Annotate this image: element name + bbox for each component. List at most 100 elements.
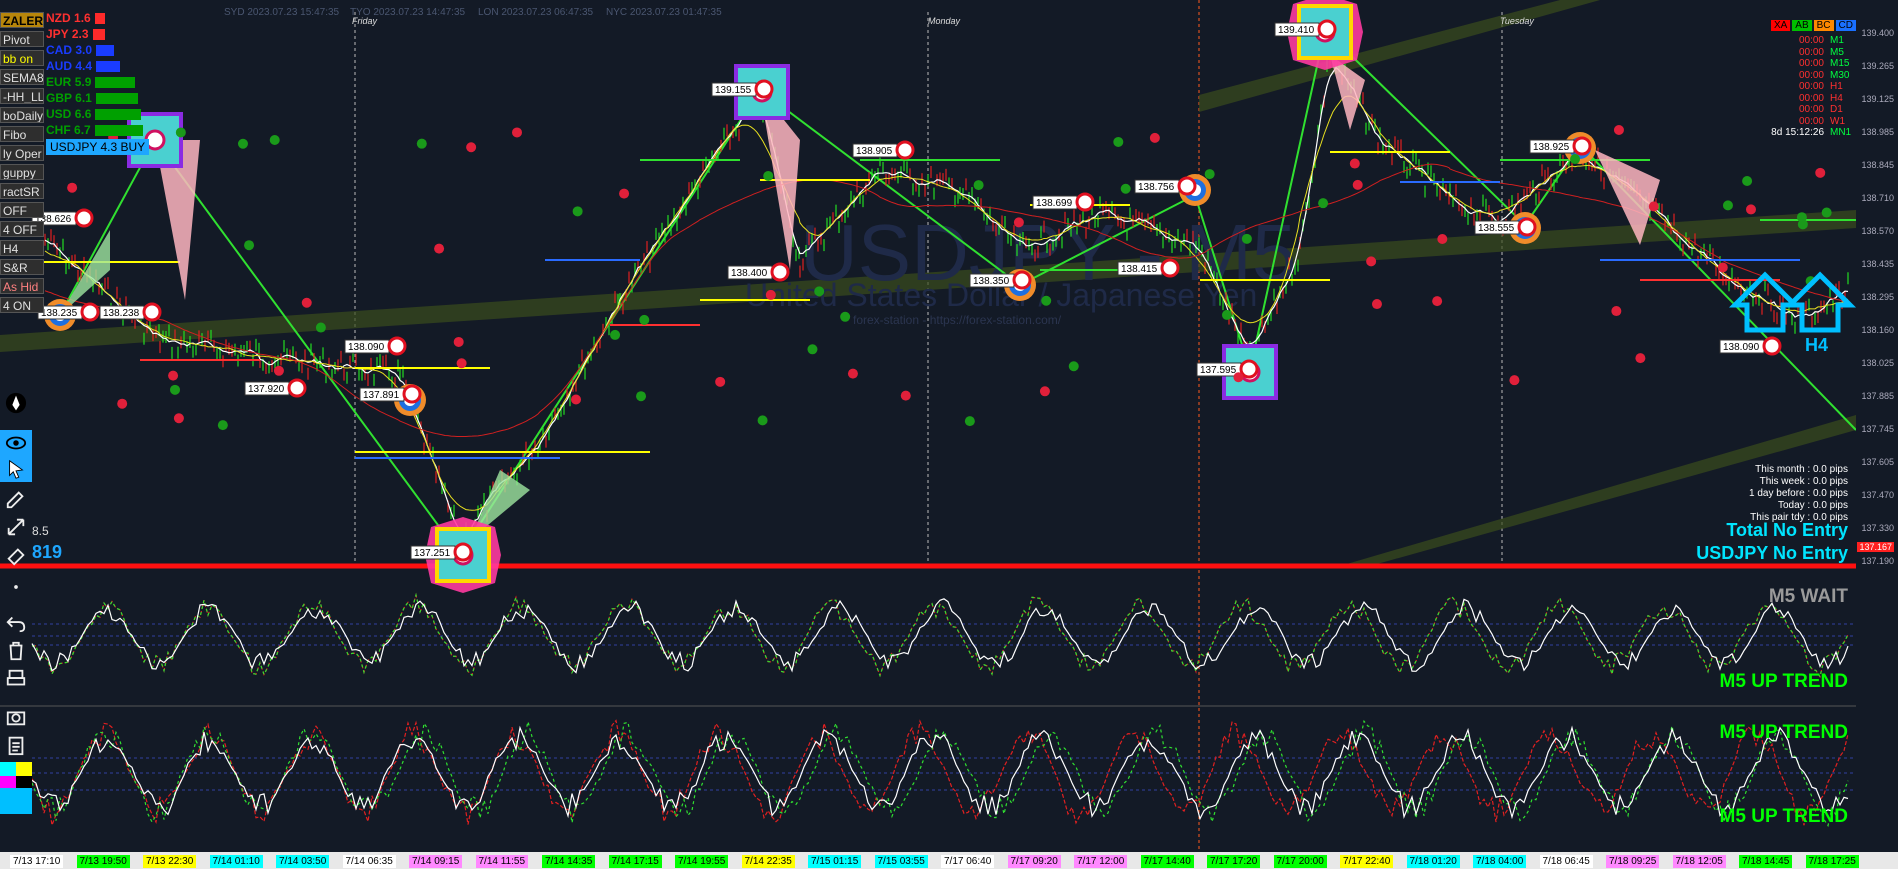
price-label: 138.699 — [1036, 198, 1073, 209]
dot-icon[interactable] — [0, 574, 32, 600]
menu-fractal-sr[interactable]: ractSR — [0, 183, 44, 199]
price-label-marker — [74, 208, 94, 228]
menu-bb[interactable]: bb on — [0, 50, 44, 66]
strength-row: CHF 6.7 — [46, 123, 143, 137]
signal-dot — [416, 138, 427, 149]
timeframe-countdown: 00:00 — [1798, 58, 1824, 69]
timeframe-row: 00:00 H4 — [1771, 93, 1856, 105]
price-axis-tick: 137.190 — [1861, 556, 1894, 566]
price-label: 138.090 — [1723, 342, 1760, 353]
signal-dot — [807, 344, 818, 355]
menu-off-2[interactable]: 4 OFF — [0, 221, 44, 237]
menu-daily-open[interactable]: ly Oper — [0, 145, 44, 161]
time-axis-label: 7/14 06:35 — [342, 855, 396, 868]
price-label: 138.415 — [1121, 264, 1158, 275]
price-label-marker — [895, 140, 915, 160]
badge-xa: XA — [1770, 20, 1791, 31]
price-label: 137.920 — [248, 384, 285, 395]
time-axis-label: 7/18 01:20 — [1406, 855, 1460, 868]
signal-dot — [466, 142, 477, 153]
price-label: 139.410 — [1278, 25, 1315, 36]
trash-icon[interactable] — [0, 638, 32, 664]
signal-dot — [1717, 262, 1728, 273]
price-label-marker — [754, 79, 774, 99]
price-label: 138.350 — [973, 276, 1010, 287]
signal-dot — [170, 384, 181, 395]
menu-fibo[interactable]: Fibo — [0, 126, 44, 142]
time-axis-label: 7/17 06:40 — [941, 855, 995, 868]
color-palette-icon[interactable] — [0, 762, 32, 814]
eraser-icon[interactable] — [0, 542, 32, 568]
signal-dot — [715, 376, 726, 387]
signal-dot — [1613, 125, 1624, 136]
pair-entry-status: USDJPY No Entry — [1696, 543, 1848, 563]
signal-dot — [1349, 158, 1360, 169]
price-axis-tick: 138.710 — [1861, 193, 1894, 203]
time-axis-label: 7/17 14:40 — [1140, 855, 1194, 868]
time-axis-label: 7/14 01:10 — [209, 855, 263, 868]
signal-dot — [175, 127, 186, 138]
timeframe-row: 00:00 H1 — [1771, 81, 1856, 93]
time-axis-label: 7/15 03:55 — [874, 855, 928, 868]
time-axis-label: 7/14 03:50 — [276, 855, 330, 868]
signal-dot — [1648, 201, 1659, 212]
resize-icon[interactable] — [0, 514, 32, 540]
timeframe-countdown: 00:00 — [1798, 69, 1824, 81]
pen-icon[interactable] — [0, 390, 32, 416]
price-chart-canvas[interactable]: USDJPY - M5United States Dollar / Japane… — [0, 0, 1898, 869]
camera-icon[interactable] — [0, 704, 32, 730]
menu-guppy[interactable]: guppy — [0, 164, 44, 180]
time-axis-label: 7/18 09:25 — [1606, 855, 1660, 868]
menu-zalert[interactable]: ZALERT — [0, 12, 44, 28]
menu-hh-ll[interactable]: -HH_LL — [0, 88, 44, 104]
price-axis-tick: 138.570 — [1861, 226, 1894, 236]
badge-cd: CD — [1835, 20, 1856, 31]
price-axis-tick: 137.605 — [1861, 457, 1894, 467]
signal-dot — [1013, 217, 1024, 228]
price-label: 138.235 — [41, 308, 78, 319]
menu-sr[interactable]: S&R — [0, 259, 44, 275]
menu-on[interactable]: 4 ON — [0, 297, 44, 313]
price-label: 137.891 — [363, 390, 400, 401]
price-axis-tick: 137.470 — [1861, 490, 1894, 500]
signal-dot — [1432, 296, 1443, 307]
print-icon[interactable] — [0, 666, 32, 692]
timeframe-row: 8d 15:12:26 MN1 — [1771, 127, 1856, 139]
signal-dot — [900, 390, 911, 401]
signal-dot — [67, 182, 78, 193]
day-label-friday: Friday — [352, 16, 378, 26]
menu-hidden[interactable]: As Hid — [0, 278, 44, 294]
time-axis-label: 7/17 12:00 — [1074, 855, 1128, 868]
price-label: 138.400 — [731, 268, 768, 279]
signal-dot — [1352, 179, 1363, 190]
menu-off-1[interactable]: OFF — [0, 202, 44, 218]
strength-row: CAD 3.0 — [46, 43, 115, 57]
eye-icon[interactable] — [0, 430, 32, 456]
signal-dot — [1797, 219, 1808, 230]
time-axis-label: 7/17 22:40 — [1340, 855, 1394, 868]
signal-dot — [1742, 175, 1753, 186]
time-axis-label: 7/14 09:15 — [409, 855, 463, 868]
time-axis-label: 7/15 01:15 — [808, 855, 862, 868]
timeframe-label: M1 — [1830, 35, 1844, 46]
timeframe-countdown: 00:00 — [1798, 115, 1824, 127]
signal-dot — [1120, 183, 1131, 194]
menu-pivot[interactable]: Pivot — [0, 31, 44, 47]
undo-icon[interactable] — [0, 610, 32, 636]
strength-row: JPY 2.3 — [46, 27, 105, 41]
menu-h4[interactable]: H4 — [0, 240, 44, 256]
clipboard-icon[interactable] — [0, 732, 32, 758]
price-axis[interactable]: 139.400 139.265 139.125 138.985 138.845 138.7… — [1856, 0, 1898, 852]
signal-dot — [1366, 256, 1377, 267]
price-label: 137.595 — [1200, 365, 1237, 376]
price-label-marker — [770, 262, 790, 282]
cursor-icon[interactable] — [0, 456, 32, 482]
time-axis[interactable]: 7/13 17:10 7/13 19:50 7/13 22:30 7/14 01:10… — [0, 852, 1898, 869]
signal-dot — [269, 135, 280, 145]
price-label-marker — [1239, 359, 1259, 379]
menu-sema8[interactable]: SEMA8 — [0, 69, 44, 85]
menu-fibo-daily[interactable]: boDaily — [0, 107, 44, 123]
price-label-marker — [287, 378, 307, 398]
time-axis-label: 7/18 12:05 — [1672, 855, 1726, 868]
edit-icon[interactable] — [0, 486, 32, 512]
